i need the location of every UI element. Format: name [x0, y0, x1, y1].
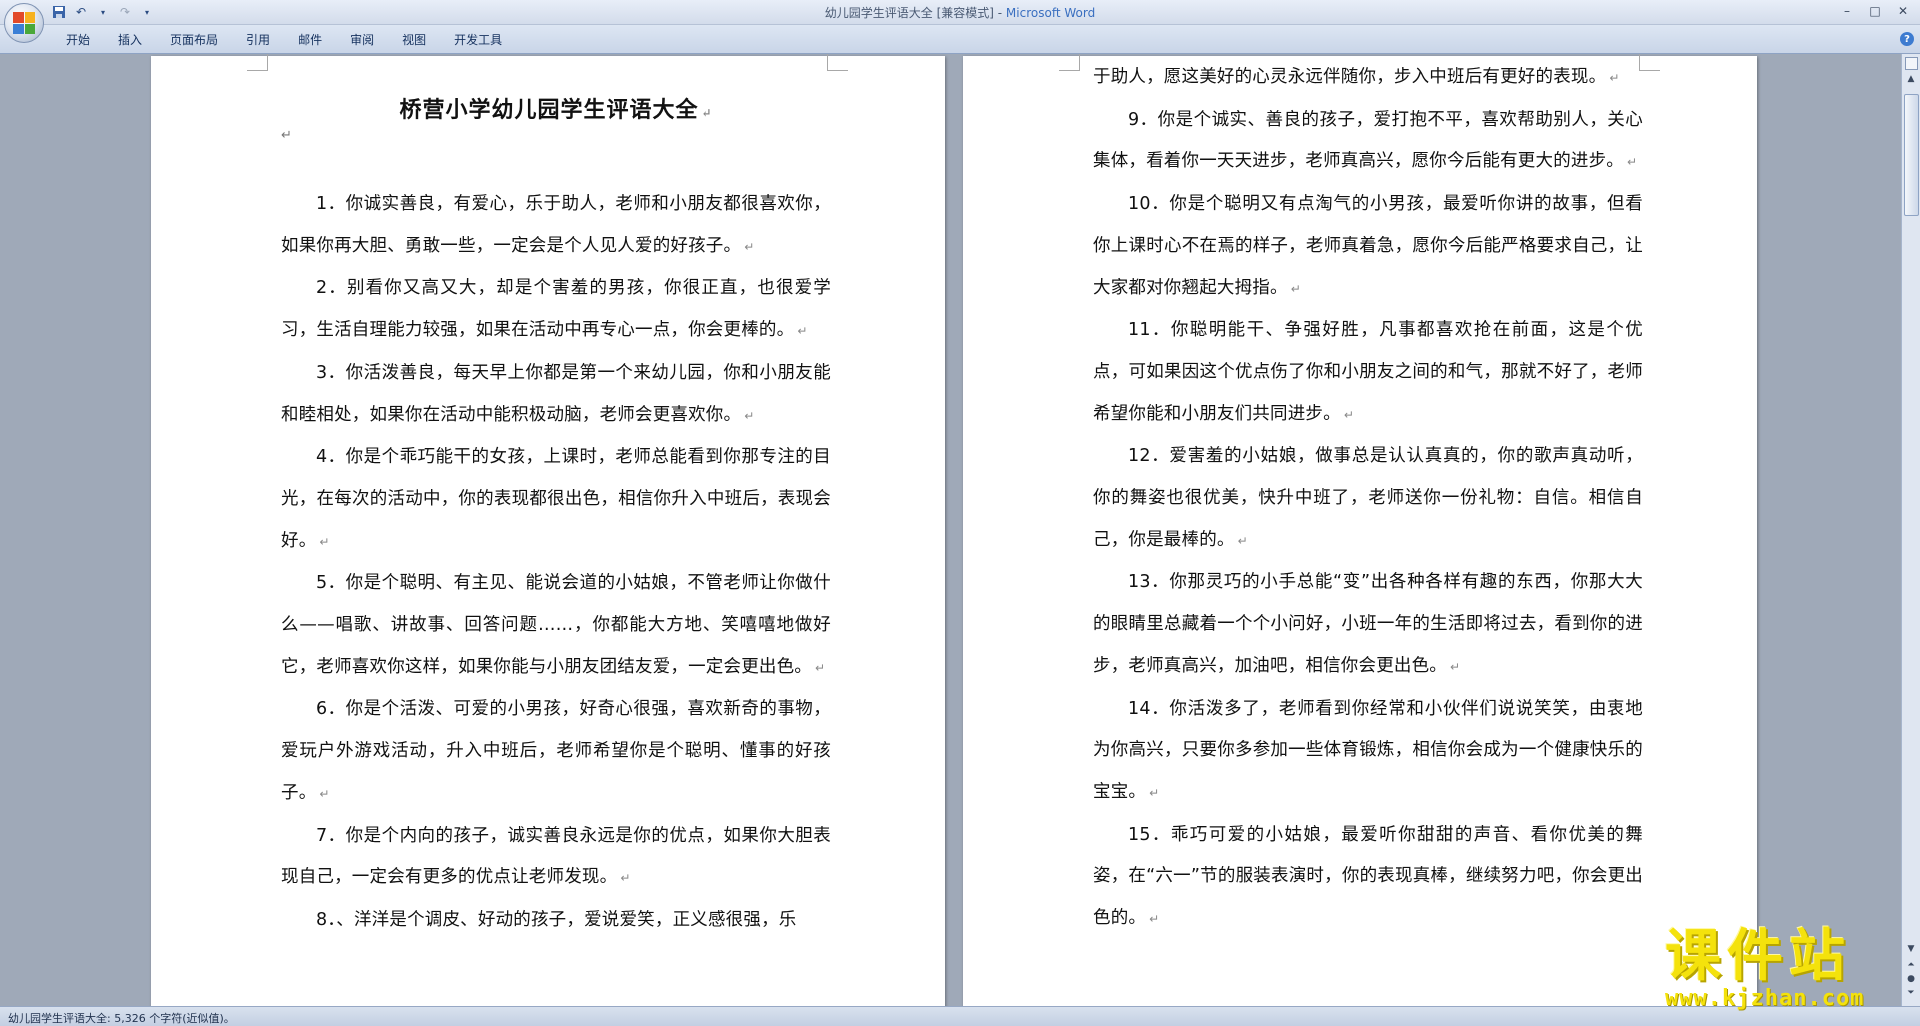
scroll-up-icon[interactable]: ▲ — [1902, 74, 1920, 90]
page-right-content: 于助人，愿这美好的心灵永远伴随你，步入中班后有更好的表现。 ↵ 9．你是个诚实、善… — [1093, 57, 1643, 941]
document-workspace: 桥营小学幼儿园学生评语大全 ↵ ↵ 1．你诚实善良，有爱心，乐于助人，老师和小朋友… — [0, 54, 1900, 1006]
tab-references[interactable]: 引用 — [232, 31, 284, 48]
status-bar: 幼儿园学生评语大全: 5,326 个字符(近似值)。 — [0, 1006, 1920, 1026]
comment-paragraph[interactable]: 1．你诚实善良，有爱心，乐于助人，老师和小朋友都很喜欢你，如果你再大胆、勇敢一些… — [281, 184, 831, 268]
comment-paragraph-continuation[interactable]: 于助人，愿这美好的心灵永远伴随你，步入中班后有更好的表现。 ↵ — [1093, 57, 1643, 100]
watermark-logo: 课件站 www.kjzhan.com — [1665, 927, 1905, 1011]
watermark-url: www.kjzhan.com — [1665, 986, 1865, 1011]
comment-paragraph[interactable]: 12．爱害羞的小姑娘，做事总是认认真真的，你的歌声真动听，你的舞姿也很优美，快升… — [1093, 436, 1643, 562]
comment-paragraph[interactable]: 2．别看你又高又大，却是个害羞的男孩，你很正直，也很爱学习，生活自理能力较强，如… — [281, 268, 831, 352]
comment-paragraph[interactable]: 3．你活泼善良，每天早上你都是第一个来幼儿园，你和小朋友能和睦相处，如果你在活动… — [281, 353, 831, 437]
page-right[interactable]: 于助人，愿这美好的心灵永远伴随你，步入中班后有更好的表现。 ↵ 9．你是个诚实、善… — [963, 54, 1757, 1006]
view-ruler-button[interactable] — [1905, 57, 1918, 70]
maximize-button[interactable]: □ — [1862, 2, 1888, 20]
tab-view[interactable]: 视图 — [388, 31, 440, 48]
tab-page-layout[interactable]: 页面布局 — [156, 31, 232, 48]
vertical-scrollbar[interactable]: ▲ ▼ ⏶ ● ⏷ — [1901, 54, 1920, 1006]
comment-paragraph[interactable]: 7．你是个内向的孩子，诚实善良永远是你的优点，如果你大胆表现自己，一定会有更多的… — [281, 816, 831, 900]
crop-mark — [1059, 54, 1080, 71]
help-icon[interactable]: ? — [1900, 32, 1914, 46]
page-left-content: 桥营小学幼儿园学生评语大全 ↵ ↵ 1．你诚实善良，有爱心，乐于助人，老师和小朋友… — [281, 56, 831, 942]
application-name: Microsoft Word — [1005, 6, 1096, 20]
paragraph-mark: ↵ — [281, 128, 292, 143]
window-controls: – □ ✕ — [1834, 2, 1916, 20]
comment-paragraph[interactable]: 6．你是个活泼、可爱的小男孩，好奇心很强，喜欢新奇的事物，爱玩户外游戏活动，升入… — [281, 689, 831, 815]
page-left[interactable]: 桥营小学幼儿园学生评语大全 ↵ ↵ 1．你诚实善良，有爱心，乐于助人，老师和小朋友… — [151, 54, 945, 1006]
comment-paragraph[interactable]: 10．你是个聪明又有点淘气的小男孩，最爱听你讲的故事，但看你上课时心不在焉的样子… — [1093, 184, 1643, 310]
document-name: 幼儿园学生评语大全 [兼容模式] - — [824, 6, 1006, 20]
office-button[interactable] — [4, 3, 44, 43]
empty-paragraph: ↵ — [281, 124, 831, 184]
window-title: 幼儿园学生评语大全 [兼容模式] - Microsoft Word — [0, 4, 1920, 21]
tab-insert[interactable]: 插入 — [104, 31, 156, 48]
comment-paragraph[interactable]: 15．乖巧可爱的小姑娘，最爱听你甜甜的声音、看你优美的舞姿，在“六一”节的服装表… — [1093, 815, 1643, 941]
document-title[interactable]: 桥营小学幼儿园学生评语大全 ↵ — [281, 92, 831, 124]
comment-paragraph[interactable]: 9．你是个诚实、善良的孩子，爱打抱不平，喜欢帮助别人，关心集体，看着你一天天进步… — [1093, 100, 1643, 184]
tab-developer[interactable]: 开发工具 — [440, 31, 516, 48]
tab-mailings[interactable]: 邮件 — [284, 31, 336, 48]
title-bar: ↶ ▾ ↷ ▾ 幼儿园学生评语大全 [兼容模式] - Microsoft Wor… — [0, 0, 1920, 43]
crop-mark — [247, 54, 268, 71]
comment-paragraph[interactable]: 5．你是个聪明、有主见、能说会道的小姑娘，不管老师让你做什么——唱歌、讲故事、回… — [281, 563, 831, 689]
comment-paragraph[interactable]: 14．你活泼多了，老师看到你经常和小伙伴们说说笑笑，由衷地为你高兴，只要你多参加… — [1093, 689, 1643, 815]
office-logo-icon — [13, 12, 35, 34]
comment-paragraph[interactable]: 4．你是个乖巧能干的女孩，上课时，老师总能看到你那专注的目光，在每次的活动中，你… — [281, 437, 831, 563]
close-button[interactable]: ✕ — [1890, 2, 1916, 20]
tab-home[interactable]: 开始 — [52, 31, 104, 48]
comment-paragraph[interactable]: 8．、洋洋是个调皮、好动的孩子，爱说爱笑，正义感很强，乐 — [281, 900, 831, 942]
watermark-title: 课件站 — [1665, 924, 1851, 989]
minimize-button[interactable]: – — [1834, 2, 1860, 20]
comment-paragraph[interactable]: 13．你那灵巧的小手总能“变”出各种各样有趣的东西，你那大大的眼睛里总藏着一个个… — [1093, 562, 1643, 688]
scrollbar-thumb[interactable] — [1904, 94, 1919, 216]
comment-paragraph[interactable]: 11．你聪明能干、争强好胜，凡事都喜欢抢在前面，这是个优点，可如果因这个优点伤了… — [1093, 310, 1643, 436]
ribbon-tabs: 开始 插入 页面布局 引用 邮件 审阅 视图 开发工具 ? — [0, 25, 1920, 54]
status-text: 幼儿园学生评语大全: 5,326 个字符(近似值)。 — [8, 1012, 235, 1025]
tab-review[interactable]: 审阅 — [336, 31, 388, 48]
